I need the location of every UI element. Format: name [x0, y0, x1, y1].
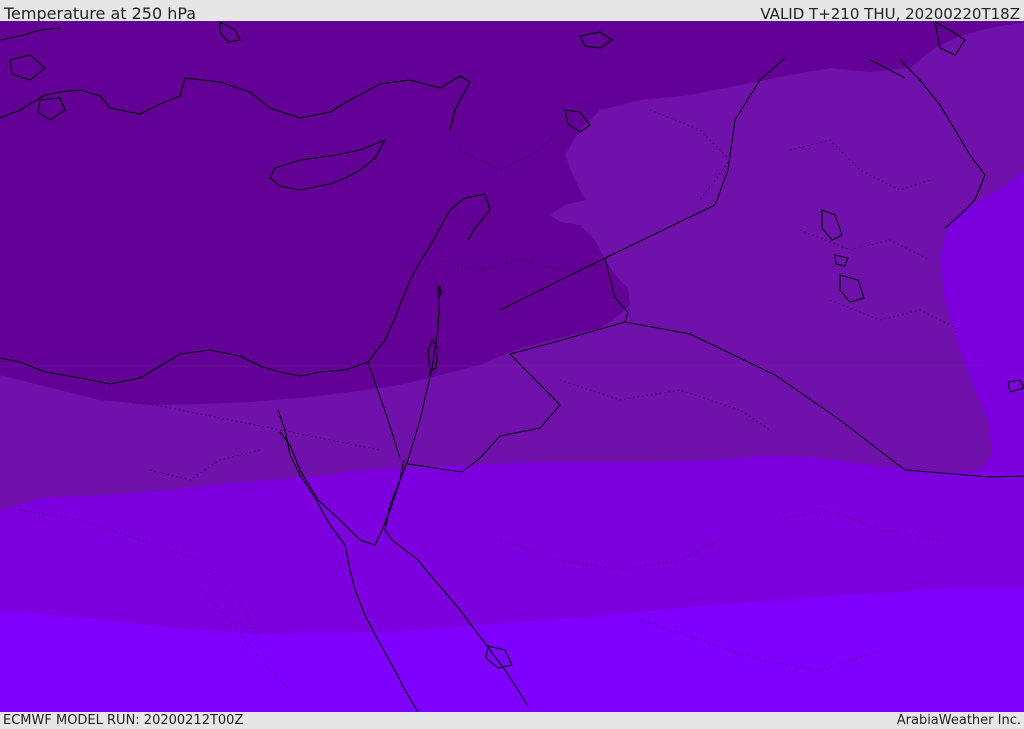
- header-bar: Temperature at 250 hPa VALID T+210 THU, …: [0, 0, 1024, 23]
- model-run: ECMWF MODEL RUN: 20200212T00Z: [3, 713, 244, 728]
- footer-bar: ECMWF MODEL RUN: 20200212T00Z ArabiaWeat…: [0, 712, 1024, 729]
- credit: ArabiaWeather Inc.: [896, 713, 1021, 728]
- temperature-map[interactable]: [0, 21, 1024, 712]
